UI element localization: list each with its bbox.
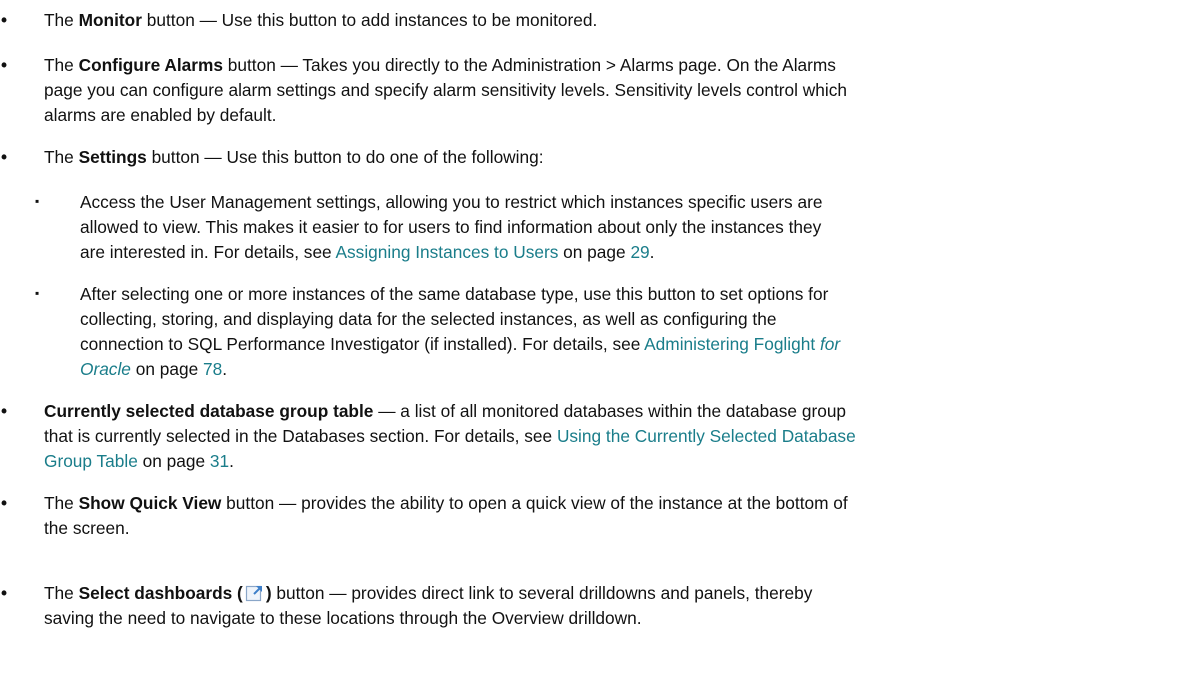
link-italic-text: for xyxy=(819,334,841,354)
link-using-group-table-cont[interactable]: Group Table xyxy=(44,451,138,471)
external-link-icon xyxy=(245,583,264,602)
bullet-line: saving the need to navigate to these loc… xyxy=(44,608,642,628)
text: The xyxy=(44,55,79,75)
bullet-line: Currently selected database group table … xyxy=(44,399,1164,424)
bullet-line: The Settings button — Use this button to… xyxy=(44,145,1164,170)
link-administering-foglight-cont[interactable]: Oracle xyxy=(80,359,131,379)
bullet-mark: • xyxy=(1,401,8,421)
text: on page xyxy=(137,451,210,471)
bullet-show-quick-view: • The Show Quick View button — provides … xyxy=(1,491,1164,541)
link-page-29[interactable]: 29 xyxy=(630,242,649,262)
text: . xyxy=(229,451,234,471)
text: button — Takes you directly to the Admin… xyxy=(222,55,836,75)
text: . xyxy=(222,359,228,379)
text: on page xyxy=(558,242,631,262)
bullet-line: the screen. xyxy=(44,518,130,538)
bullet-line: The Monitor button — Use this button to … xyxy=(44,8,1164,33)
bullet-line: alarms are enabled by default. xyxy=(44,105,277,125)
sub-line: collecting, storing, and displaying data… xyxy=(80,309,777,329)
text: The xyxy=(44,147,79,167)
sub-line: Oracle on page 78. xyxy=(80,357,1150,382)
sub-line: After selecting one or more instances of… xyxy=(80,284,829,304)
sub-line: connection to SQL Performance Investigat… xyxy=(80,332,1150,357)
text: that is currently selected in the Databa… xyxy=(44,426,557,446)
text: The xyxy=(44,493,79,513)
sub-line: allowed to view. This makes it easier to… xyxy=(80,217,822,237)
bullet-line: The Show Quick View button — provides th… xyxy=(44,491,1164,516)
term-show-quick-view: Show Quick View xyxy=(78,493,222,513)
bullet-mark: • xyxy=(1,10,8,30)
bullet-line: Group Table on page 31. xyxy=(44,449,1164,474)
term-configure-alarms: Configure Alarms xyxy=(78,55,223,75)
text: button — Use this button to add instance… xyxy=(141,10,598,30)
term-group-table: Currently selected database group table xyxy=(44,401,374,421)
square-bullet-mark: ▪ xyxy=(35,286,40,300)
square-bullet-mark: ▪ xyxy=(35,194,40,208)
subbullet-options: ▪ After selecting one or more instances … xyxy=(35,282,1150,382)
link-text: Administering Foglight xyxy=(644,334,820,354)
text: button — provides the ability to open a … xyxy=(221,493,848,513)
bullet-monitor: • The Monitor button — Use this button t… xyxy=(1,8,1164,33)
term-select-dashboards: Select dashboards ( xyxy=(78,583,243,603)
link-administering-foglight[interactable]: Administering Foglight for xyxy=(644,334,840,354)
bullet-select-dashboards: • The Select dashboards () button — prov… xyxy=(1,581,1164,631)
link-using-group-table[interactable]: Using the Currently Selected Database xyxy=(557,426,856,446)
bullet-mark: • xyxy=(1,147,8,167)
bullet-line: The Configure Alarms button — Takes you … xyxy=(44,53,1164,78)
term-monitor: Monitor xyxy=(78,10,142,30)
bullet-mark: • xyxy=(1,493,8,513)
bullet-line: The Select dashboards () button — provid… xyxy=(44,581,1164,606)
text: are interested in. For details, see xyxy=(80,242,336,262)
text: The xyxy=(44,10,79,30)
sub-line: are interested in. For details, see Assi… xyxy=(80,240,1150,265)
document-page: • The Monitor button — Use this button t… xyxy=(0,0,1179,688)
text: on page xyxy=(130,359,203,379)
bullet-configure-alarms: • The Configure Alarms button — Takes yo… xyxy=(1,53,1164,128)
bullet-mark: • xyxy=(1,55,8,75)
link-page-78[interactable]: 78 xyxy=(203,359,222,379)
link-italic-text: Oracle xyxy=(80,359,131,379)
sub-line: Access the User Management settings, all… xyxy=(80,192,823,212)
subbullet-user-management: ▪ Access the User Management settings, a… xyxy=(35,190,1150,265)
text: button — provides direct link to several… xyxy=(271,583,813,603)
text: The xyxy=(44,583,79,603)
text: connection to SQL Performance Investigat… xyxy=(80,334,645,354)
text: button — Use this button to do one of th… xyxy=(146,147,544,167)
link-page-31[interactable]: 31 xyxy=(210,451,229,471)
bullet-settings: • The Settings button — Use this button … xyxy=(1,145,1164,170)
text: . xyxy=(649,242,655,262)
bullet-line: that is currently selected in the Databa… xyxy=(44,424,1164,449)
term-settings: Settings xyxy=(78,147,147,167)
bullet-line: page you can configure alarm settings an… xyxy=(44,80,847,100)
bullet-group-table: • Currently selected database group tabl… xyxy=(1,399,1164,474)
bullet-mark: • xyxy=(1,583,8,603)
text: — a list of all monitored databases with… xyxy=(373,401,847,421)
link-assigning-instances[interactable]: Assigning Instances to Users xyxy=(336,242,559,262)
